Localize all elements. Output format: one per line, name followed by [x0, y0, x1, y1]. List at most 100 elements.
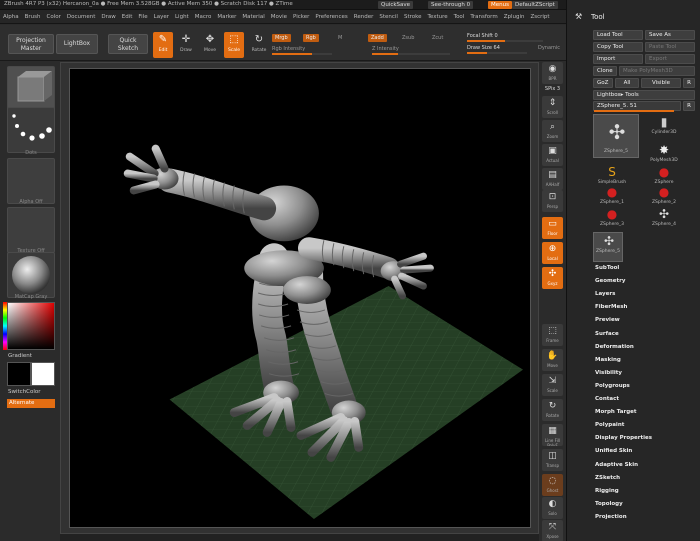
menu-zscript[interactable]: Zscript — [527, 10, 552, 20]
paste-tool-button[interactable]: Paste Tool — [645, 42, 695, 52]
tool-thumb-zsphere-5[interactable]: ✣ ZSphere_5 — [593, 232, 623, 262]
switch-color-button[interactable]: SwitchColor — [8, 389, 41, 395]
draw-size-slider[interactable]: Draw Size 64 — [467, 44, 527, 54]
subpalette-geometry[interactable]: Geometry — [595, 278, 625, 284]
solo-button[interactable]: ◐ Solo — [542, 497, 563, 519]
current-tool-slider[interactable]: ZSphere_5. 51 — [593, 101, 681, 112]
move-view-button[interactable]: ✋ Move — [542, 349, 563, 371]
ghost-button[interactable]: ◌ Ghost — [542, 474, 563, 496]
subpalette-rigging[interactable]: Rigging — [595, 488, 619, 494]
current-tool-r-button[interactable]: R — [683, 101, 695, 111]
persp-button[interactable]: ⊡ Persp — [542, 190, 563, 212]
lightbox-button[interactable]: LightBox — [56, 34, 98, 54]
menu-texture[interactable]: Texture — [425, 10, 451, 20]
subpalette-layers[interactable]: Layers — [595, 291, 615, 297]
color-picker[interactable] — [7, 302, 55, 350]
menu-preferences[interactable]: Preferences — [312, 10, 350, 20]
goz-visible-button[interactable]: Visible — [641, 78, 681, 88]
lightbox-tools-button[interactable]: Lightbox▸ Tools — [593, 90, 695, 100]
zadd-button[interactable]: Zadd — [368, 34, 387, 42]
make-polymesh-button[interactable]: Make PolyMesh3D — [619, 66, 695, 76]
menu-brush[interactable]: Brush — [22, 10, 44, 20]
tool-thumb-cylinder3d[interactable]: ▮ Cylinder3D — [649, 114, 679, 144]
menu-marker[interactable]: Marker — [214, 10, 239, 20]
projection-master-button[interactable]: Projection Master — [8, 34, 54, 54]
subpalette-adaptive-skin[interactable]: Adaptive Skin — [595, 462, 638, 468]
actual-button[interactable]: ▣ Actual — [542, 144, 563, 166]
import-button[interactable]: Import — [593, 54, 643, 64]
brush-selector[interactable] — [7, 66, 55, 112]
texture-selector[interactable] — [7, 207, 55, 253]
canvas[interactable] — [69, 68, 531, 528]
tool-thumb-zsphere-4[interactable]: ✣ ZSphere_4 — [649, 206, 679, 236]
stroke-selector[interactable] — [7, 107, 55, 153]
z-intensity-slider[interactable]: Z Intensity — [372, 45, 450, 55]
subpalette-preview[interactable]: Preview — [595, 317, 620, 323]
menu-color[interactable]: Color — [44, 10, 64, 20]
subpalette-projection[interactable]: Projection — [595, 514, 627, 520]
mrgb-button[interactable]: Mrgb — [272, 34, 291, 42]
tool-thumb-zsphere-5[interactable]: ✣ ZSphere_5 — [593, 114, 639, 158]
save-as-button[interactable]: Save As — [645, 30, 695, 40]
subpalette-deformation[interactable]: Deformation — [595, 344, 634, 350]
menu-light[interactable]: Light — [172, 10, 192, 20]
default-zscript-button[interactable]: DefaultZScript — [512, 1, 558, 9]
menu-transform[interactable]: Transform — [467, 10, 500, 20]
subpalette-masking[interactable]: Masking — [595, 357, 621, 363]
goz-r-button[interactable]: R — [683, 78, 695, 88]
edit-mode-button[interactable]: ✎ Edit — [153, 32, 173, 58]
scale-view-button[interactable]: ⇲ Scale — [542, 374, 563, 396]
subpalette-unified-skin[interactable]: Unified Skin — [595, 448, 632, 454]
export-button[interactable]: Export — [645, 54, 695, 64]
rgb-button[interactable]: Rgb — [303, 34, 319, 42]
menu-tool[interactable]: Tool — [451, 10, 468, 20]
focal-shift-slider[interactable]: Focal Shift 0 — [467, 32, 543, 42]
menu-zplugin[interactable]: Zplugin — [501, 10, 528, 20]
main-color-swatch[interactable] — [7, 362, 31, 386]
menu-file[interactable]: File — [135, 10, 150, 20]
aahalf-button[interactable]: ▤ AAHalf — [542, 168, 563, 190]
alternate-button[interactable]: Alternate — [7, 399, 55, 408]
menu-stroke[interactable]: Stroke — [401, 10, 425, 20]
m-button[interactable]: M — [338, 34, 342, 42]
transp-button[interactable]: ◫ Transp — [542, 449, 563, 471]
load-tool-button[interactable]: Load Tool — [593, 30, 643, 40]
subpalette-zsketch[interactable]: ZSketch — [595, 475, 620, 481]
dynamic-button[interactable]: Dynamic — [538, 44, 560, 52]
quicksave-button[interactable]: QuickSave — [378, 1, 414, 9]
secondary-color-swatch[interactable] — [31, 362, 55, 386]
rgb-intensity-slider[interactable]: Rgb Intensity — [272, 45, 332, 55]
menu-render[interactable]: Render — [351, 10, 377, 20]
zcut-button[interactable]: Zcut — [432, 34, 443, 42]
menu-macro[interactable]: Macro — [192, 10, 215, 20]
subpalette-morph-target[interactable]: Morph Target — [595, 409, 637, 415]
draw-mode-button[interactable]: ✛ Draw — [176, 32, 196, 58]
rotate-view-button[interactable]: ↻ Rotate — [542, 399, 563, 421]
spix-slider[interactable]: SPix 3 — [542, 86, 563, 92]
subpalette-polypaint[interactable]: Polypaint — [595, 422, 624, 428]
subpalette-contact[interactable]: Contact — [595, 396, 619, 402]
zsub-button[interactable]: Zsub — [402, 34, 414, 42]
quick-sketch-button[interactable]: Quick Sketch — [108, 34, 148, 54]
subpalette-surface[interactable]: Surface — [595, 331, 619, 337]
local-button[interactable]: ⊕ Local — [542, 242, 563, 264]
tool-palette-header[interactable]: ⚒ Tool — [567, 8, 700, 24]
menu-edit[interactable]: Edit — [119, 10, 136, 20]
document-viewport[interactable] — [60, 62, 539, 534]
copy-tool-button[interactable]: Copy Tool — [593, 42, 643, 52]
subpalette-polygroups[interactable]: Polygroups — [595, 383, 630, 389]
move-mode-button[interactable]: ✥ Move — [200, 32, 220, 58]
xpose-button[interactable]: ⤧ Xpose — [542, 520, 563, 541]
menus-button[interactable]: Menus — [488, 1, 512, 9]
menu-movie[interactable]: Movie — [268, 10, 290, 20]
subpalette-topology[interactable]: Topology — [595, 501, 623, 507]
clone-button[interactable]: Clone — [593, 66, 617, 76]
menu-layer[interactable]: Layer — [151, 10, 172, 20]
alpha-selector[interactable] — [7, 158, 55, 204]
zoom-button[interactable]: ⌕ Zoom — [542, 120, 563, 142]
subpalette-subtool[interactable]: SubTool — [595, 265, 619, 271]
subpalette-fibermesh[interactable]: FiberMesh — [595, 304, 627, 310]
menu-stencil[interactable]: Stencil — [376, 10, 401, 20]
goz-all-button[interactable]: All — [615, 78, 639, 88]
menu-document[interactable]: Document — [64, 10, 99, 20]
